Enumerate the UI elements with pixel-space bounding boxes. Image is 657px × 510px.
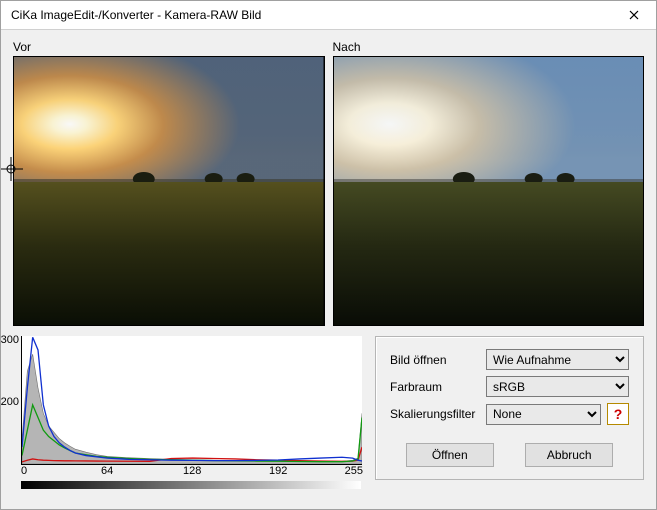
title-bar: CiKa ImageEdit-/Konverter - Kamera-RAW B… (1, 1, 656, 30)
hist-xtick: 0 (21, 465, 27, 477)
cancel-button[interactable]: Abbruch (525, 443, 613, 467)
histogram-canvas[interactable] (21, 336, 362, 465)
open-button[interactable]: Öffnen (406, 443, 494, 467)
open-image-select[interactable]: Wie Aufnahme (486, 349, 629, 370)
histogram-gradient-bar (21, 481, 361, 489)
before-label: Vor (13, 40, 325, 54)
scalefilter-select[interactable]: None (486, 404, 601, 425)
help-button[interactable]: ? (607, 403, 629, 425)
colorspace-label: Farbraum (390, 380, 480, 394)
scalefilter-label: Skalierungsfilter (390, 407, 480, 421)
after-image[interactable] (333, 56, 645, 326)
close-button[interactable] (612, 1, 656, 29)
hist-ylabel-top: 30.300 (0, 334, 19, 346)
hist-xtick: 64 (101, 465, 113, 477)
sunset-before-icon (14, 57, 324, 325)
settings-panel: Bild öffnen Wie Aufnahme Farbraum sRGB S… (375, 336, 644, 480)
before-column: Vor (13, 40, 325, 326)
row-open-image: Bild öffnen Wie Aufnahme (390, 349, 629, 370)
histogram-chart-icon (22, 336, 362, 464)
hist-xtick: 128 (183, 465, 201, 477)
close-icon (629, 10, 639, 20)
before-image[interactable] (13, 56, 325, 326)
colorspace-select[interactable]: sRGB (486, 376, 629, 397)
after-column: Nach (333, 40, 645, 326)
question-mark-icon: ? (614, 406, 623, 422)
app-window: CiKa ImageEdit-/Konverter - Kamera-RAW B… (0, 0, 657, 510)
preview-row: Vor (13, 40, 644, 326)
hist-xtick: 255 (345, 465, 363, 477)
after-label: Nach (333, 40, 645, 54)
hist-ylabel-mid: 15.200 (0, 396, 19, 408)
sunset-after-icon (334, 57, 644, 325)
histogram-area: 30.300 15.200 0 64 128 192 255 (13, 336, 363, 489)
open-image-label: Bild öffnen (390, 353, 480, 367)
button-row: Öffnen Abbruch (390, 443, 629, 467)
client-area: Vor (1, 30, 656, 499)
row-scalefilter: Skalierungsfilter None ? (390, 403, 629, 425)
hist-xtick: 192 (269, 465, 287, 477)
row-colorspace: Farbraum sRGB (390, 376, 629, 397)
bottom-row: 30.300 15.200 0 64 128 192 255 Bild öffn… (13, 336, 644, 489)
window-title: CiKa ImageEdit-/Konverter - Kamera-RAW B… (11, 8, 612, 22)
